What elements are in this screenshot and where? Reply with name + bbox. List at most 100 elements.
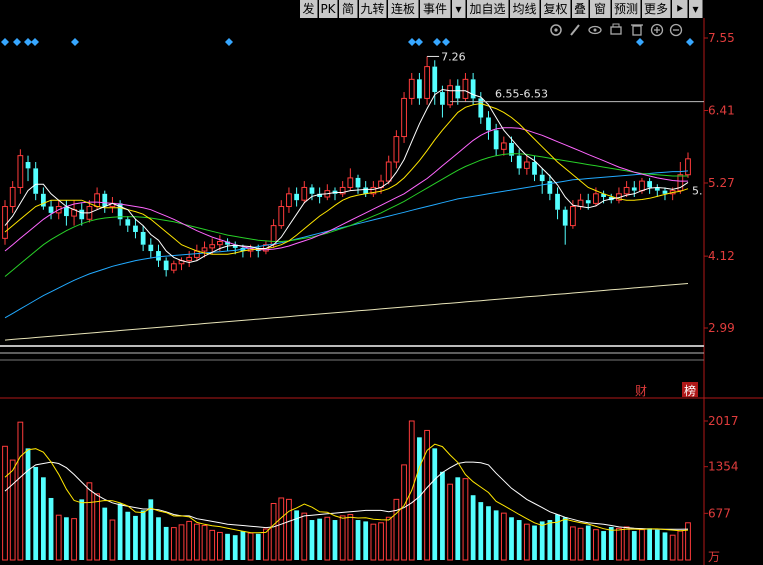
volume-bar (332, 520, 338, 560)
candle-body (363, 187, 369, 194)
zoom-in-icon[interactable] (650, 23, 664, 37)
volume-bar (347, 514, 354, 561)
volume-bar (562, 517, 568, 560)
volume-bar (133, 515, 138, 560)
volume-bar (486, 506, 491, 560)
volume-bar (278, 497, 285, 561)
volume-tick-label: 677 (708, 506, 731, 520)
candle-body (500, 142, 507, 150)
volume-bar (86, 482, 93, 561)
zoom-out-icon[interactable] (669, 23, 683, 37)
volume-bar (125, 511, 131, 560)
signal-marker (415, 38, 423, 46)
signal-marker (24, 38, 32, 46)
volume-bar (623, 526, 630, 561)
volume-bar (94, 493, 100, 561)
signal-marker (71, 38, 79, 46)
candle-body (417, 79, 422, 99)
volume-bar (263, 528, 269, 561)
trash-bin (632, 25, 642, 36)
volume-bar (9, 459, 16, 561)
volume-bar (363, 521, 369, 560)
candle-body (347, 177, 354, 188)
volume-bar (247, 532, 254, 561)
candle-body (662, 190, 668, 194)
print-icon[interactable] (610, 23, 622, 35)
ma5-line (4, 88, 689, 264)
candle-body (148, 244, 154, 252)
candle-body (294, 193, 299, 201)
candle-body (102, 193, 108, 207)
candle-body (286, 193, 292, 208)
volume-bar (478, 502, 484, 560)
trash-icon[interactable] (631, 24, 643, 36)
bang-badge[interactable]: 榜 (684, 383, 696, 398)
candle-body (455, 85, 461, 99)
last-price-label: 5. (692, 185, 703, 198)
signal-marker (636, 38, 644, 46)
volume-bar (685, 522, 691, 561)
volume-bar (662, 532, 668, 560)
volume-bar (156, 517, 161, 560)
volume-bar (216, 531, 223, 561)
volume-bar (509, 517, 514, 560)
volume-bar (532, 525, 537, 560)
volume-bar (286, 498, 292, 561)
volume-bar (585, 525, 591, 560)
price-tick-label: 4.12 (708, 249, 735, 263)
signal-marker (433, 38, 441, 46)
volume-bar (170, 527, 177, 561)
candle-body (432, 66, 438, 93)
volume-bar (455, 477, 461, 560)
volume-bar (209, 529, 216, 561)
candle-body (209, 244, 216, 249)
volume-bar (270, 502, 277, 561)
pencil-icon[interactable] (570, 24, 580, 36)
candle-body (170, 263, 177, 271)
volume-bar (516, 520, 522, 560)
eye-icon[interactable] (588, 25, 602, 35)
candle-body (278, 206, 285, 227)
volume-bar (232, 535, 238, 560)
volume-bar (64, 517, 69, 560)
price-tick-label: 5.27 (708, 176, 735, 190)
volume-ma5-line (4, 443, 689, 534)
volume-bar (40, 477, 46, 560)
volume-bar (370, 523, 377, 561)
candle-body (493, 130, 499, 150)
volume-bar (470, 495, 476, 560)
volume-bar (417, 437, 422, 560)
candle-body (401, 97, 407, 138)
volume-tick-label: 1354 (708, 460, 739, 474)
volume-bar (523, 523, 530, 561)
volume-bar (669, 534, 676, 561)
volume-bar (401, 464, 407, 561)
volume-bar (601, 531, 606, 560)
volume-bar (317, 518, 323, 560)
candle-body (133, 225, 138, 232)
ma250-line (4, 283, 689, 341)
high-annotation: 7.26 (441, 50, 466, 63)
candle-body (424, 66, 430, 99)
volume-bar (493, 510, 499, 560)
volume-bar (255, 533, 261, 560)
volume-bar (178, 524, 185, 561)
candle-body (140, 231, 146, 245)
candle-body (48, 206, 54, 213)
price-tick-label: 2.99 (708, 321, 735, 335)
candle-body (440, 92, 445, 105)
volume-bar (385, 516, 392, 561)
candle-body (647, 181, 653, 188)
volume-bar (547, 520, 553, 560)
cai-badge[interactable]: 财 (635, 384, 647, 398)
price-tick-label: 7.55 (708, 31, 735, 45)
candle-body (2, 206, 8, 239)
candle-body (156, 251, 161, 261)
volume-bar (33, 466, 39, 560)
candle-body (523, 161, 530, 169)
volume-bar (324, 516, 331, 561)
volume-bar (639, 529, 645, 561)
volume-bar (71, 518, 77, 561)
gear-icon[interactable] (550, 24, 562, 36)
candle-body (201, 247, 208, 252)
